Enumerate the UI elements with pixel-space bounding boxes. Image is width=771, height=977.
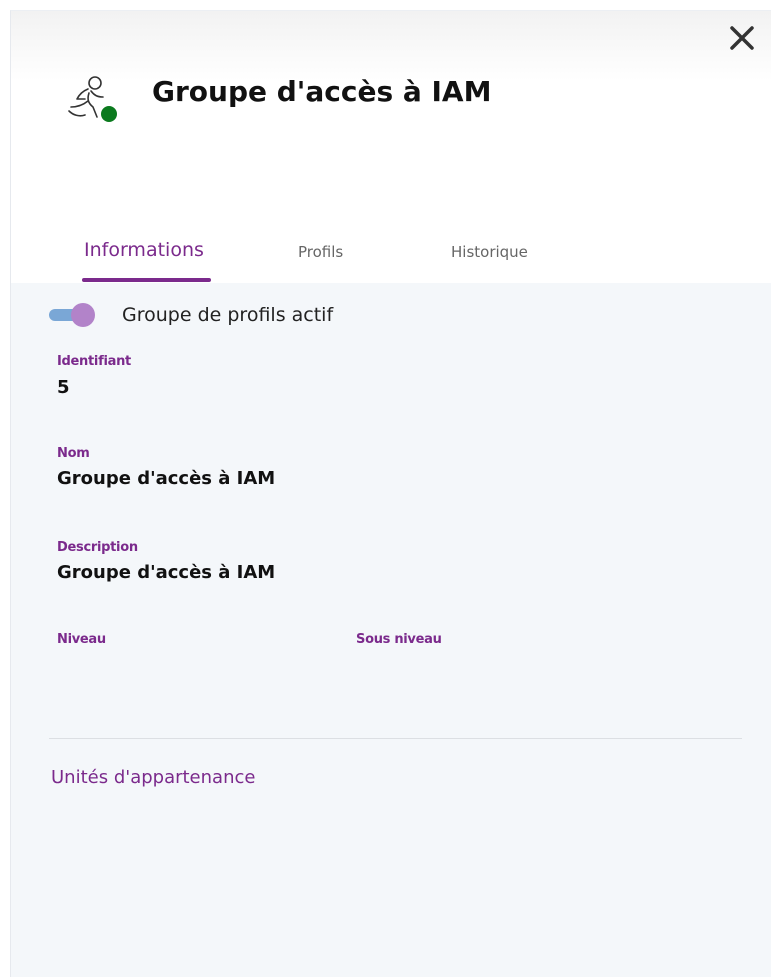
- identifiant-label: Identifiant: [57, 354, 131, 369]
- unites-section-title: Unités d'appartenance: [51, 767, 256, 788]
- description-label: Description: [57, 540, 138, 555]
- active-toggle[interactable]: [49, 303, 101, 327]
- informations-content: Groupe de profils actif Identifiant 5 No…: [11, 283, 771, 977]
- niveau-label: Niveau: [57, 632, 106, 647]
- panel-header: Groupe d'accès à IAM Informations Profil…: [11, 11, 771, 283]
- active-tab-indicator: [82, 278, 211, 282]
- tab-bar: Informations Profils Historique: [11, 233, 771, 283]
- nom-label: Nom: [57, 446, 90, 461]
- nom-value: Groupe d'accès à IAM: [57, 468, 276, 489]
- sous-niveau-label: Sous niveau: [356, 632, 442, 647]
- page-title: Groupe d'accès à IAM: [152, 75, 492, 108]
- details-panel: Groupe d'accès à IAM Informations Profil…: [10, 10, 771, 977]
- description-value: Groupe d'accès à IAM: [57, 562, 276, 583]
- toggle-label: Groupe de profils actif: [122, 304, 334, 326]
- status-indicator: [101, 106, 117, 122]
- section-divider: [49, 738, 742, 739]
- close-button[interactable]: [727, 23, 757, 53]
- toggle-knob: [71, 303, 95, 327]
- close-icon: [730, 26, 754, 50]
- identifiant-value: 5: [57, 377, 70, 398]
